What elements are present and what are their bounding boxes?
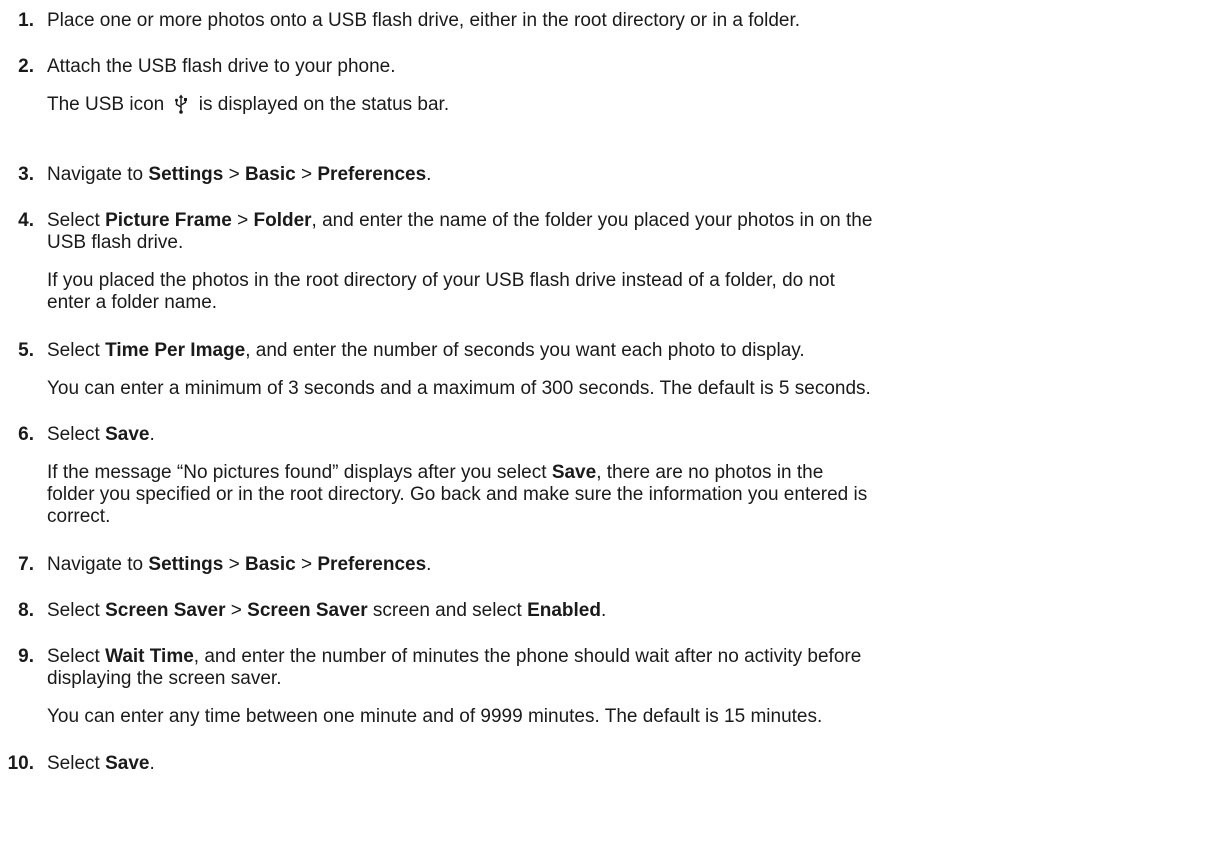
note-text-after: is displayed on the status bar.: [198, 94, 450, 115]
document-page: 1. Place one or more photos onto a USB f…: [0, 0, 1223, 855]
step-number: 4.: [18, 210, 34, 231]
step-note: enter a folder name.: [47, 292, 218, 313]
step-note: You can enter a minimum of 3 seconds and…: [47, 378, 871, 399]
text-run: .: [600, 600, 607, 621]
text-run: Select: [47, 646, 106, 667]
text-run: If the message “No pictures found” displ…: [47, 462, 552, 483]
text-run: , there are no photos in the: [596, 462, 824, 483]
step-text: Navigate to Settings > Basic > Preferenc…: [47, 554, 1219, 576]
text-run: Navigate to: [47, 164, 149, 185]
ui-term: Picture Frame: [105, 210, 232, 231]
text-run: .: [426, 164, 432, 185]
step-number: 9.: [18, 646, 34, 667]
step-text: Select Save.: [47, 424, 1219, 446]
step-number: 2.: [18, 56, 34, 77]
ui-term: Basic: [245, 164, 296, 185]
ui-term: Preferences: [317, 164, 427, 185]
ui-term: Settings: [148, 164, 224, 185]
ui-term: Basic: [245, 554, 296, 575]
text-run: >: [295, 554, 318, 575]
step-note: The USB icon is displayed on the status …: [47, 94, 1219, 116]
ui-term: Save: [551, 462, 597, 483]
text-run: >: [225, 600, 248, 621]
text-run: .: [149, 753, 155, 774]
step-number: 1.: [18, 10, 34, 31]
text-run: Select: [47, 424, 106, 445]
text-run: Select: [47, 340, 106, 361]
step-text: Navigate to Settings > Basic > Preferenc…: [47, 164, 1219, 186]
step-note: You can enter any time between one minut…: [47, 706, 823, 727]
ui-term: Preferences: [317, 554, 427, 575]
text-run: Select: [47, 210, 106, 231]
ui-term: Wait Time: [105, 646, 194, 667]
step-text: Select Picture Frame > Folder, and enter…: [47, 210, 1219, 232]
ui-term: Screen Saver: [105, 600, 226, 621]
step-number: 8.: [18, 600, 34, 621]
step-text: Select Save.: [47, 753, 1219, 775]
text-run: .: [149, 424, 155, 445]
text-run: , and enter the number of seconds you wa…: [245, 340, 805, 361]
text-run: >: [223, 554, 246, 575]
step-number: 7.: [18, 554, 34, 575]
text-run: Select: [47, 600, 106, 621]
step-text: Select Time Per Image, and enter the num…: [47, 340, 1219, 362]
step-text: Place one or more photos onto a USB flas…: [47, 10, 801, 31]
step-number: 6.: [18, 424, 34, 445]
text-run: , and enter the number of minutes the ph…: [193, 646, 862, 667]
text-run: screen and select: [367, 600, 528, 621]
step-number: 10.: [7, 753, 34, 774]
step-note: correct.: [47, 506, 111, 527]
step-number: 5.: [18, 340, 34, 361]
ui-term: Save: [105, 424, 150, 445]
step-text: Attach the USB flash drive to your phone…: [47, 56, 396, 77]
text-run: .: [426, 554, 432, 575]
ui-term: Folder: [253, 210, 312, 231]
step-text: Select Screen Saver > Screen Saver scree…: [47, 600, 1219, 622]
step-note: folder you specified or in the root dire…: [47, 484, 868, 505]
text-run: , and enter the name of the folder you p…: [311, 210, 873, 231]
text-run: Select: [47, 753, 106, 774]
step-text-continued: displaying the screen saver.: [47, 668, 282, 689]
ui-term: Enabled: [527, 600, 601, 621]
text-run: >: [295, 164, 318, 185]
ui-term: Screen Saver: [247, 600, 368, 621]
text-run: >: [223, 164, 246, 185]
usb-icon: [174, 94, 188, 114]
text-run: Navigate to: [47, 554, 149, 575]
step-note: If the message “No pictures found” displ…: [47, 462, 1219, 484]
text-run: >: [231, 210, 254, 231]
step-note: If you placed the photos in the root dir…: [47, 270, 835, 291]
ui-term: Time Per Image: [105, 340, 246, 361]
note-text-before: The USB icon: [47, 94, 165, 115]
ui-term: Settings: [148, 554, 224, 575]
ui-term: Save: [105, 753, 150, 774]
step-text-continued: USB flash drive.: [47, 232, 184, 253]
step-number: 3.: [18, 164, 34, 185]
step-text: Select Wait Time, and enter the number o…: [47, 646, 1219, 668]
